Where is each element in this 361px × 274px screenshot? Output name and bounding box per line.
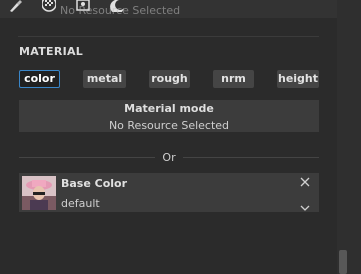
material-mode-field[interactable]: Material mode No Resource Selected — [19, 100, 319, 132]
base-color-resource[interactable]: Base Color default — [19, 173, 319, 212]
checker-texture-icon[interactable] — [38, 0, 60, 14]
top-caption: No Resource Selected — [60, 4, 181, 17]
material-panel: MATERIAL color metal rough nrm height Ma… — [0, 18, 337, 274]
brush-icon[interactable] — [4, 0, 26, 14]
scrollbar-track[interactable] — [337, 0, 361, 274]
section-title: MATERIAL — [19, 45, 84, 58]
tab-rough[interactable]: rough — [149, 70, 190, 88]
material-mode-value: No Resource Selected — [108, 119, 230, 132]
tab-height[interactable]: height — [277, 70, 319, 88]
close-icon[interactable] — [299, 177, 311, 189]
resource-value: default — [61, 197, 100, 210]
material-mode-title: Material mode — [124, 102, 214, 115]
scrollbar-thumb[interactable] — [339, 250, 347, 274]
chevron-down-icon[interactable] — [300, 197, 310, 211]
section-divider — [18, 36, 319, 37]
tab-metal[interactable]: metal — [83, 70, 126, 88]
tab-nrm[interactable]: nrm — [213, 70, 254, 88]
resource-thumbnail — [22, 176, 56, 210]
or-divider-left — [19, 157, 155, 158]
resource-name: Base Color — [61, 177, 128, 190]
tab-color[interactable]: color — [19, 70, 60, 88]
top-toolbar: No Resource Selected — [0, 0, 337, 18]
or-label: Or — [162, 151, 176, 164]
or-divider-right — [183, 157, 319, 158]
